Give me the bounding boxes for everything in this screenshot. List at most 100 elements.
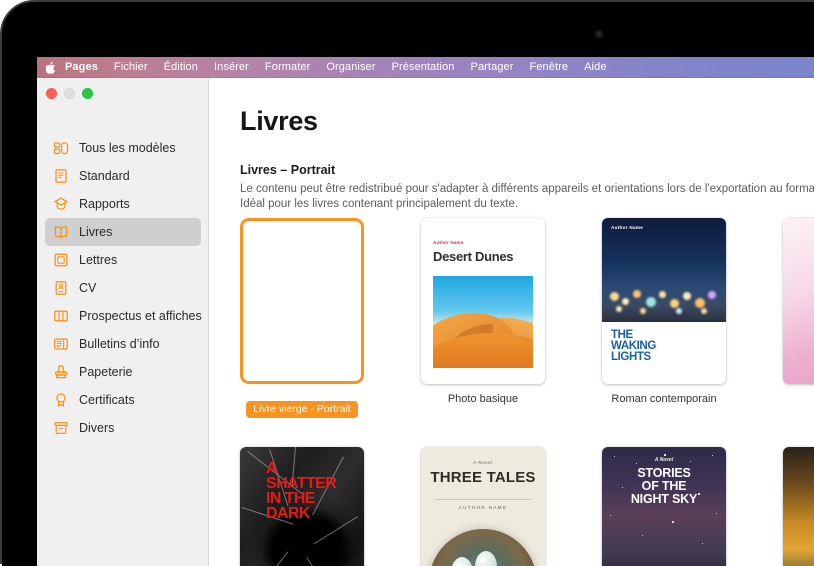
sidebar-item-certificats[interactable]: Certificats xyxy=(45,386,201,414)
template-card-shatter[interactable]: A SHATTER IN THE DARK AUTHOR NAME xyxy=(240,447,364,566)
sidebar-item-cv[interactable]: CV xyxy=(45,274,201,302)
bokeh-light xyxy=(683,292,691,300)
sidebar-item-label: Papeterie xyxy=(79,365,133,379)
menu-item-fichier[interactable]: Fichier xyxy=(106,57,156,78)
star xyxy=(636,463,637,464)
star xyxy=(702,543,704,545)
report-icon xyxy=(54,197,68,210)
sidebar-item-label: Rapports xyxy=(79,197,130,211)
apple-logo-icon[interactable] xyxy=(44,60,58,76)
template-thumbnail-shatter[interactable]: A SHATTER IN THE DARK AUTHOR NAME xyxy=(240,447,364,566)
template-chooser-window: Tous les modèles Standard Rapports Livre… xyxy=(37,78,814,566)
bezel-inner: Pages Fichier Édition Insérer Formater O… xyxy=(2,2,814,566)
template-card-night-sky[interactable]: A Novel STORIES OF THE NIGHT SKY xyxy=(602,447,726,566)
template-card-roman-contemporain[interactable]: Author Name THE WAKING LIGHTS Roman cont… xyxy=(602,218,726,418)
menu-item-aide[interactable]: Aide xyxy=(576,57,614,78)
sidebar-item-papeterie[interactable]: Papeterie xyxy=(45,358,201,386)
webcam-lens-dot xyxy=(597,32,601,36)
menu-item-pages[interactable]: Pages xyxy=(59,57,106,78)
sidebar-item-label: Lettres xyxy=(79,253,118,267)
template-card-livre-vierge[interactable]: Livre vierge - Portrait xyxy=(240,218,364,418)
sidebar-item-divers[interactable]: Divers xyxy=(45,414,201,442)
template-card-three-tales[interactable]: A Novel THREE TALES AUTHOR NAME xyxy=(421,447,545,566)
template-thumbnail-desert[interactable]: Author Name Desert Dunes xyxy=(421,218,545,384)
template-grid-row: A SHATTER IN THE DARK AUTHOR NAME xyxy=(240,447,814,566)
document-icon xyxy=(55,169,67,183)
bokeh-light xyxy=(646,297,656,307)
sidebar-item-bulletins-dinfo[interactable]: Bulletins d’info xyxy=(45,330,201,358)
section-description: Le contenu peut être redistribué pour s'… xyxy=(240,183,814,210)
macos-menu-bar: Pages Fichier Édition Insérer Formater O… xyxy=(37,57,814,78)
sidebar-item-lettres[interactable]: Lettres xyxy=(45,246,201,274)
bokeh-light xyxy=(640,308,646,314)
sidebar-item-label: Certificats xyxy=(79,393,135,407)
window-controls xyxy=(46,88,93,99)
newsletter-icon xyxy=(54,338,68,350)
menu-item-edition[interactable]: Édition xyxy=(156,57,206,78)
letter-icon xyxy=(54,253,68,267)
cover-title-block: A SHATTER IN THE DARK xyxy=(266,461,337,522)
laptop-bezel: Pages Fichier Édition Insérer Formater O… xyxy=(0,0,814,566)
cover-title-block: THE WAKING LIGHTS xyxy=(611,329,656,363)
sidebar-category-list: Tous les modèles Standard Rapports Livre… xyxy=(37,134,209,442)
cover-title-line3: LIGHTS xyxy=(611,351,651,363)
resume-icon xyxy=(55,281,67,295)
minimize-button[interactable] xyxy=(64,88,75,99)
template-card-partial-pink[interactable] xyxy=(783,218,814,418)
thumb-wrap: A SHATTER IN THE DARK AUTHOR NAME xyxy=(240,447,364,566)
star xyxy=(716,513,718,515)
sidebar-item-tous-les-modeles[interactable]: Tous les modèles xyxy=(45,134,201,162)
thumb-wrap: Author Name Desert Dunes xyxy=(421,218,545,384)
all-templates-icon xyxy=(53,142,69,155)
template-thumbnail-partial-orange[interactable] xyxy=(783,447,814,566)
thumb-wrap xyxy=(783,218,814,384)
certificate-icon xyxy=(56,393,66,407)
template-card-photo-basique[interactable]: Author Name Desert Dunes Photo basique xyxy=(421,218,545,418)
sidebar-item-label: Divers xyxy=(79,421,115,435)
cover-subtitle: A Novel xyxy=(473,460,493,465)
cover-art-orange xyxy=(783,447,814,566)
bokeh-light xyxy=(610,292,619,301)
thumb-wrap: Author Name THE WAKING LIGHTS xyxy=(602,218,726,384)
template-thumbnail-three-tales[interactable]: A Novel THREE TALES AUTHOR NAME xyxy=(421,447,545,566)
cover-title-line4: DARK xyxy=(266,505,310,522)
sidebar-item-livres[interactable]: Livres xyxy=(45,218,201,246)
template-thumbnail-night-sky[interactable]: A Novel STORIES OF THE NIGHT SKY xyxy=(602,447,726,566)
cover-author: Author Name xyxy=(433,240,464,245)
sidebar-item-label: Tous les modèles xyxy=(79,141,176,155)
bokeh-light xyxy=(708,291,716,299)
bokeh-light xyxy=(695,298,705,308)
zoom-button[interactable] xyxy=(82,88,93,99)
menu-item-partager[interactable]: Partager xyxy=(463,57,522,78)
menu-item-formater[interactable]: Formater xyxy=(257,57,318,78)
close-button[interactable] xyxy=(46,88,57,99)
menu-item-inserer[interactable]: Insérer xyxy=(206,57,257,78)
star xyxy=(664,454,666,456)
sidebar-item-label: CV xyxy=(79,281,97,295)
sidebar-item-standard[interactable]: Standard xyxy=(45,162,201,190)
menu-item-fenetre[interactable]: Fenêtre xyxy=(522,57,577,78)
bokeh-light xyxy=(676,308,682,314)
sidebar-item-rapports[interactable]: Rapports xyxy=(45,190,201,218)
cover-title-line3: IN THE xyxy=(266,490,315,507)
page-title: Livres xyxy=(240,106,318,136)
template-label: Roman contemporain xyxy=(611,393,717,405)
bokeh-light xyxy=(659,291,666,298)
sidebar-item-prospectus-et-affiches[interactable]: Prospectus et affiches xyxy=(45,302,202,330)
template-thumbnail-waking-lights[interactable]: Author Name THE WAKING LIGHTS xyxy=(602,218,726,384)
bokeh-light xyxy=(622,298,629,305)
cover-subtitle: A Novel xyxy=(654,457,674,463)
menu-item-organiser[interactable]: Organiser xyxy=(318,57,383,78)
template-grid-row: Livre vierge - Portrait Author Name Dese… xyxy=(240,218,814,418)
template-card-partial-orange[interactable] xyxy=(783,447,814,566)
book-icon xyxy=(54,226,68,239)
cover-author: AUTHOR NAME xyxy=(458,505,508,510)
cover-title: THREE TALES xyxy=(430,469,536,486)
cover-photo-city-night: Author Name xyxy=(602,218,726,322)
template-thumbnail-partial-pink[interactable] xyxy=(783,218,814,384)
template-label: Photo basique xyxy=(447,393,519,405)
template-thumbnail-blank[interactable] xyxy=(240,218,364,384)
star xyxy=(672,521,674,523)
menu-item-presentation[interactable]: Présentation xyxy=(384,57,463,78)
cover-art-starry-sky xyxy=(602,447,726,566)
